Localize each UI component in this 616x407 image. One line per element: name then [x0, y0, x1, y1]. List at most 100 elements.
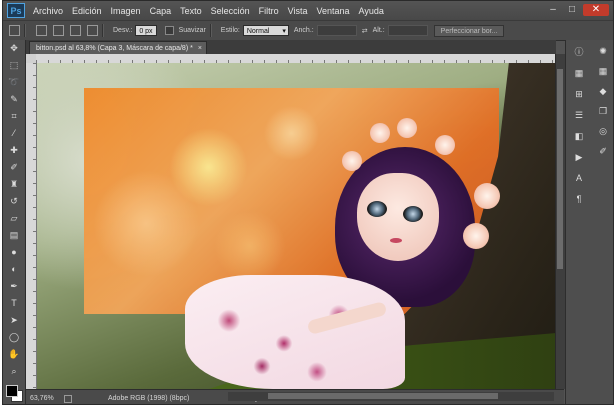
type-tool-icon[interactable]: T [5, 296, 23, 310]
feather-input[interactable]: 0 px [135, 25, 157, 36]
document-profile: Adobe RGB (1998) (8bpc) [108, 395, 190, 402]
styles-panel-icon[interactable]: ◆ [596, 85, 610, 98]
feather-label: Desv.: [113, 27, 133, 34]
doll-left-eye [367, 201, 387, 217]
foreground-color-swatch[interactable] [6, 385, 18, 397]
menu-archivo[interactable]: Archivo [33, 6, 63, 16]
rect-marquee-tool-icon[interactable]: ⬚ [5, 58, 23, 72]
dodge-tool-icon[interactable]: ◐ [5, 262, 23, 276]
ruler-corner[interactable] [26, 54, 36, 63]
gradient-tool-icon[interactable]: ▤ [5, 228, 23, 242]
actions-panel-icon[interactable]: ▶ [571, 151, 587, 164]
style-select[interactable]: Normal [242, 25, 289, 37]
blur-tool-icon[interactable]: ● [5, 245, 23, 259]
flower [463, 223, 489, 249]
flower [435, 135, 455, 155]
lasso-tool-icon[interactable]: ➰ [5, 75, 23, 89]
vertical-scrollbar[interactable] [555, 54, 565, 389]
tools-panel: ✥ ⬚ ➰ ✎ ⌗ ⁄ ✚ ✐ ♜ ↺ ▱ ▤ ● ◐ ✒ T ➤ ◯ ✋ ⌕ [3, 40, 26, 404]
flower [342, 151, 362, 171]
status-info-icon[interactable] [64, 394, 72, 403]
menu-vista[interactable]: Vista [288, 6, 308, 16]
clone-stamp-tool-icon[interactable]: ♜ [5, 177, 23, 191]
color-panel-icon[interactable]: ✺ [596, 45, 610, 58]
close-button[interactable]: ✕ [583, 4, 609, 16]
menu-filtro[interactable]: Filtro [259, 6, 279, 16]
move-tool-icon[interactable]: ✥ [5, 41, 23, 55]
character-panel-icon[interactable]: A [571, 172, 587, 185]
height-label: Alt.: [372, 27, 385, 34]
antialias-checkbox[interactable] [164, 26, 174, 35]
width-input[interactable] [316, 25, 357, 36]
navigator-panel-icon[interactable]: ⊞ [571, 88, 587, 101]
divider [102, 24, 104, 37]
style-label: Estilo: [220, 27, 240, 34]
swatches-panel-icon[interactable]: ▦ [596, 65, 610, 78]
divider [209, 24, 212, 37]
menu-texto[interactable]: Texto [180, 6, 202, 16]
properties-panel-icon[interactable]: ☰ [571, 109, 587, 122]
document-canvas[interactable] [37, 63, 555, 389]
menu-ayuda[interactable]: Ayuda [359, 6, 384, 16]
document-tab-bar: bitton.psd al 63,8% (Capa 3, Máscara de … [26, 40, 556, 54]
paths-panel-icon[interactable]: ✐ [596, 145, 610, 158]
healing-tool-icon[interactable]: ✚ [5, 143, 23, 157]
horizontal-scrollbar[interactable] [228, 392, 554, 401]
menu-bar: Ps Archivo Edición Imagen Capa Texto Sel… [3, 1, 613, 20]
options-bar: Desv.: 0 px Suavizar Estilo: Normal Anch… [3, 20, 613, 41]
minimize-button[interactable]: – [545, 4, 561, 16]
shape-tool-icon[interactable]: ◯ [5, 330, 23, 344]
flower [397, 118, 417, 138]
document-tab[interactable]: bitton.psd al 63,8% (Capa 3, Máscara de … [29, 41, 207, 54]
doll-face [357, 173, 439, 261]
main-menu: Archivo Edición Imagen Capa Texto Selecc… [33, 6, 393, 16]
horizontal-scroll-thumb[interactable] [268, 393, 498, 399]
doll-right-eye [403, 206, 423, 222]
path-select-tool-icon[interactable]: ➤ [5, 313, 23, 327]
eyedropper-tool-icon[interactable]: ⁄ [5, 126, 23, 140]
histogram-panel-icon[interactable]: ▦ [571, 67, 587, 80]
close-tab-icon[interactable]: × [198, 45, 202, 52]
doll-lips [390, 238, 402, 243]
vertical-scroll-thumb[interactable] [557, 69, 563, 269]
menu-ventana[interactable]: Ventana [317, 6, 350, 16]
flower [474, 183, 500, 209]
channels-panel-icon[interactable]: ◎ [596, 125, 610, 138]
adjustments-panel-icon[interactable]: ◧ [571, 130, 587, 143]
menu-capa[interactable]: Capa [150, 6, 172, 16]
photoshop-logo-icon: Ps [7, 3, 25, 18]
zoom-level[interactable]: 63,76% [30, 395, 58, 402]
new-selection-icon[interactable] [36, 25, 47, 36]
intersect-selection-icon[interactable] [87, 25, 98, 36]
subtract-selection-icon[interactable] [70, 25, 81, 36]
marquee-preset-icon[interactable] [9, 25, 20, 36]
menu-edicion[interactable]: Edición [72, 6, 102, 16]
info-panel-icon[interactable]: ⓘ [571, 46, 587, 59]
swap-icon[interactable]: ⇄ [362, 27, 368, 35]
width-label: Anch.: [293, 27, 314, 34]
history-brush-tool-icon[interactable]: ↺ [5, 194, 23, 208]
brush-tool-icon[interactable]: ✐ [5, 160, 23, 174]
document-tab-title: bitton.psd al 63,8% (Capa 3, Máscara de … [36, 45, 193, 52]
divider [24, 24, 26, 37]
quick-select-tool-icon[interactable]: ✎ [5, 92, 23, 106]
vertical-ruler[interactable] [26, 63, 37, 389]
pen-tool-icon[interactable]: ✒ [5, 279, 23, 293]
flower [370, 123, 390, 143]
menu-seleccion[interactable]: Selección [211, 6, 250, 16]
add-selection-icon[interactable] [53, 25, 64, 36]
antialias-label: Suavizar [178, 27, 206, 34]
height-input[interactable] [387, 25, 428, 36]
paragraph-panel-icon[interactable]: ¶ [571, 193, 587, 206]
doll-dress [185, 275, 405, 389]
photoshop-window: Ps Archivo Edición Imagen Capa Texto Sel… [2, 0, 614, 405]
hand-tool-icon[interactable]: ✋ [5, 347, 23, 361]
zoom-tool-icon[interactable]: ⌕ [5, 364, 23, 378]
maximize-button[interactable]: □ [564, 4, 580, 16]
menu-imagen[interactable]: Imagen [111, 6, 141, 16]
eraser-tool-icon[interactable]: ▱ [5, 211, 23, 225]
panel-dock: ⓘ ▦ ⊞ ☰ ◧ ▶ A ¶ [565, 40, 593, 404]
crop-tool-icon[interactable]: ⌗ [5, 109, 23, 123]
layers-panel-icon[interactable]: ❐ [596, 105, 610, 118]
refine-edge-button[interactable]: Perfeccionar bor... [433, 24, 505, 37]
